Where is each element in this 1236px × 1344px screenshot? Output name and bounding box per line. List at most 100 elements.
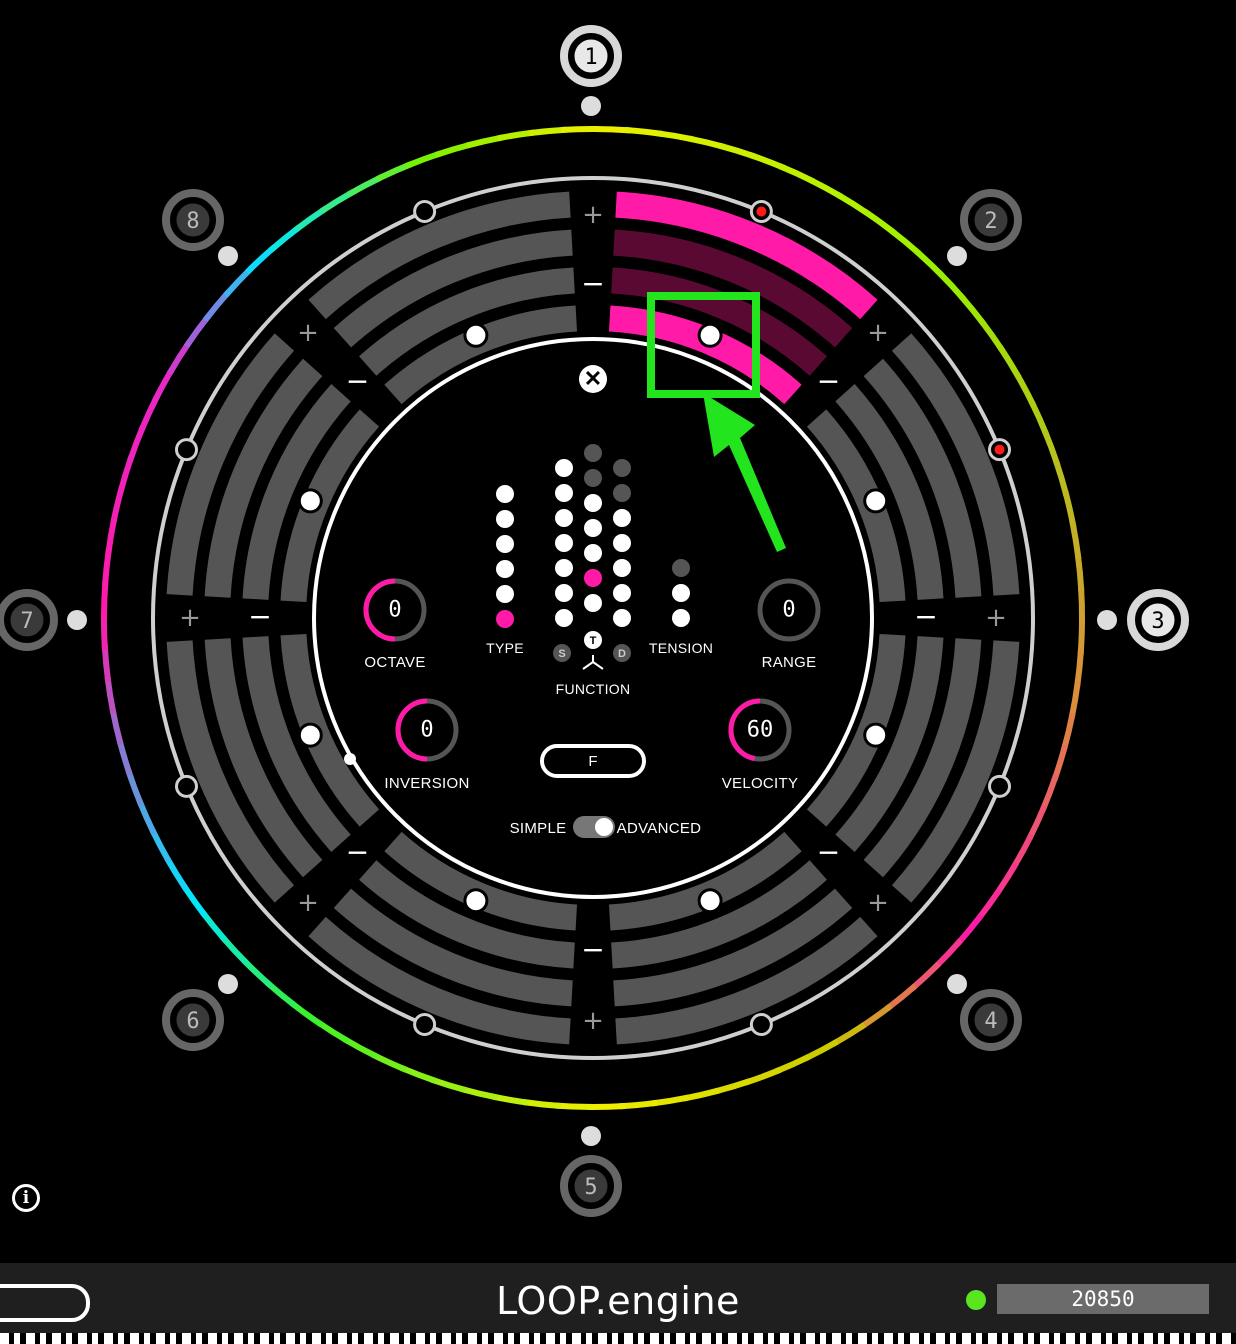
rainbow-ring-segment: [994, 860, 1020, 896]
function-t-dot-4[interactable]: [584, 519, 602, 537]
step-4-plus-icon[interactable]: +: [867, 888, 889, 918]
tension-dot-1[interactable]: [672, 559, 690, 577]
function-s-dot-6[interactable]: [555, 584, 573, 602]
function-s-dot-2[interactable]: [555, 484, 573, 502]
tension-dot-2[interactable]: [672, 584, 690, 602]
step-5-minus-icon[interactable]: −: [581, 933, 604, 966]
function-s-dot-3[interactable]: [555, 509, 573, 527]
step-3-minus-icon[interactable]: −: [914, 600, 937, 633]
step-2-indicator: [947, 246, 967, 266]
f-button[interactable]: F: [540, 744, 646, 778]
ring-marker-dot-7: [181, 444, 192, 455]
function-d-dot-6[interactable]: [613, 584, 631, 602]
close-button[interactable]: ✕: [579, 365, 607, 393]
ring-marker-dot-8: [419, 206, 430, 217]
step-8-minus-icon[interactable]: −: [346, 365, 369, 398]
rainbow-ring-segment: [718, 142, 756, 160]
step-3-indicator: [1097, 610, 1117, 630]
f-button-label: F: [588, 752, 598, 770]
rainbow-ring-segment: [166, 340, 192, 376]
function-d-dot-7[interactable]: [613, 609, 631, 627]
step-7-minus-icon[interactable]: −: [248, 600, 271, 633]
step-8-plus-icon[interactable]: +: [297, 318, 319, 348]
type-dot-5[interactable]: [496, 585, 514, 603]
function-t-dot-7[interactable]: [584, 594, 602, 612]
inner-step-dot-6[interactable]: [297, 722, 323, 748]
info-icon[interactable]: i: [12, 1184, 40, 1212]
step-6-plus-icon[interactable]: +: [297, 888, 319, 918]
rainbow-ring-segment: [199, 909, 228, 943]
rainbow-ring-segment: [164, 856, 189, 892]
velocity-value: 60: [746, 717, 774, 743]
ring-marker-dot-3: [994, 781, 1005, 792]
rainbow-ring-segment: [528, 126, 567, 137]
step-5-plus-icon[interactable]: +: [582, 1006, 604, 1036]
type-dot-1[interactable]: [496, 485, 514, 503]
rainbow-ring-segment: [774, 1053, 811, 1075]
inner-step-dot-5[interactable]: [463, 888, 489, 914]
function-d-dot-1[interactable]: [613, 459, 631, 477]
mode-toggle[interactable]: [573, 816, 615, 838]
function-s-dot-5[interactable]: [555, 559, 573, 577]
function-mode-D-label: D: [618, 648, 626, 660]
rainbow-ring-segment: [1042, 429, 1061, 467]
inner-step-dot-1[interactable]: [697, 322, 723, 348]
type-dot-3[interactable]: [496, 535, 514, 553]
rainbow-ring-segment: [116, 738, 133, 777]
function-t-dot-1[interactable]: [584, 444, 602, 462]
step-8-indicator: [218, 246, 238, 266]
function-s-dot-1[interactable]: [555, 459, 573, 477]
inner-step-dot-7[interactable]: [297, 488, 323, 514]
type-label: TYPE: [486, 640, 524, 656]
octave-value: 0: [388, 597, 402, 623]
function-t-dot-3[interactable]: [584, 494, 602, 512]
step-1-minus-icon[interactable]: −: [581, 267, 604, 300]
function-d-dot-3[interactable]: [613, 509, 631, 527]
rainbow-ring-segment: [651, 1094, 689, 1107]
rainbow-ring-segment: [245, 244, 277, 275]
rainbow-ring-segment: [117, 455, 135, 493]
inner-step-dot-4[interactable]: [697, 888, 723, 914]
rainbow-ring-segment: [183, 314, 211, 348]
rainbow-ring-segment: [863, 208, 897, 236]
type-dot-4[interactable]: [496, 560, 514, 578]
function-s-dot-4[interactable]: [555, 534, 573, 552]
function-d-dot-5[interactable]: [613, 559, 631, 577]
function-mode-S-label: S: [558, 648, 565, 660]
ring-marker-dot-4: [756, 1019, 767, 1030]
function-d-dot-2[interactable]: [613, 484, 631, 502]
left-pill-button[interactable]: [0, 1284, 90, 1322]
function-d-dot-4[interactable]: [613, 534, 631, 552]
rainbow-ring-segment: [223, 266, 254, 298]
function-t-dot-6[interactable]: [584, 569, 602, 587]
rainbow-ring-segment: [268, 224, 302, 253]
step-6-minus-icon[interactable]: −: [346, 835, 369, 868]
step-2-minus-icon[interactable]: −: [817, 365, 840, 398]
rainbow-ring-segment: [100, 580, 109, 619]
step-4-minus-icon[interactable]: −: [817, 835, 840, 868]
inner-step-dot-3[interactable]: [863, 722, 889, 748]
step-7-plus-icon[interactable]: +: [179, 603, 201, 633]
simple-label: SIMPLE: [509, 820, 567, 837]
rainbow-ring-segment: [1040, 774, 1059, 812]
type-dot-6[interactable]: [496, 610, 514, 628]
function-t-dot-5[interactable]: [584, 544, 602, 562]
inner-step-dot-2[interactable]: [863, 488, 889, 514]
rainbow-ring-segment: [491, 1093, 530, 1106]
rainbow-ring-segment: [1062, 490, 1077, 529]
rainbow-ring-segment: [1069, 522, 1082, 560]
function-s-dot-7[interactable]: [555, 609, 573, 627]
rainbow-ring-segment: [523, 1099, 562, 1109]
inner-step-dot-8[interactable]: [463, 322, 489, 348]
step-1-plus-icon[interactable]: +: [582, 200, 604, 230]
step-2-plus-icon[interactable]: +: [867, 318, 889, 348]
rainbow-ring-segment: [1068, 681, 1081, 720]
function-t-dot-2[interactable]: [584, 469, 602, 487]
app-title: LOOP.engine: [496, 1279, 740, 1323]
rainbow-ring-segment: [1028, 400, 1050, 437]
step-1-number: 1: [584, 45, 597, 70]
type-dot-2[interactable]: [496, 510, 514, 528]
rainbow-ring-segment: [1053, 459, 1070, 498]
tension-dot-3[interactable]: [672, 609, 690, 627]
step-3-plus-icon[interactable]: +: [985, 603, 1007, 633]
